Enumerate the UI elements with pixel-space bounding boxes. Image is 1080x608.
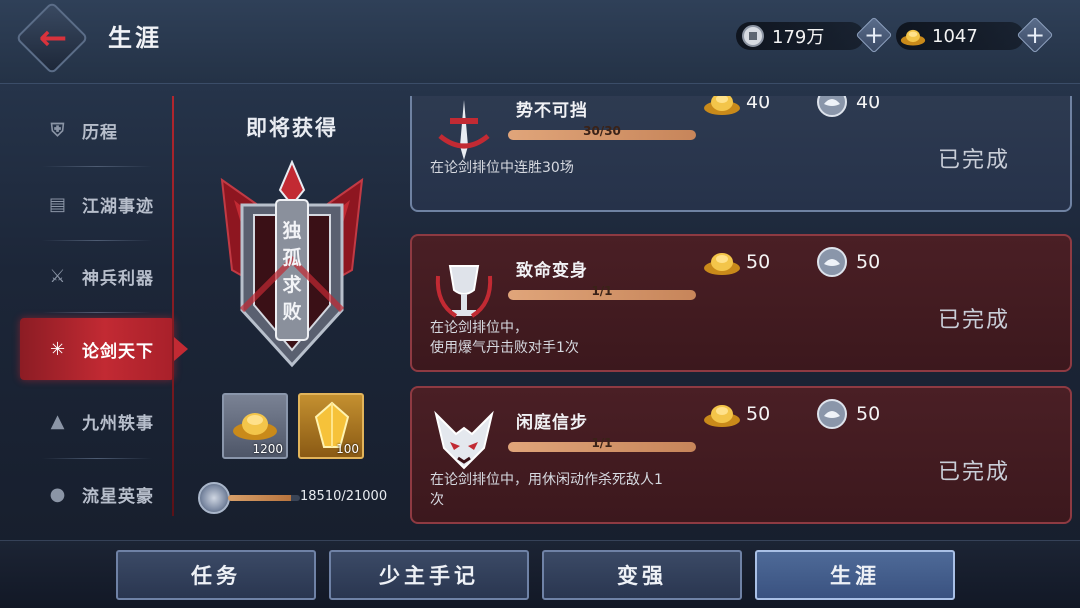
sidebar-item-weapons[interactable]: ⚔ 神兵利器 bbox=[20, 246, 174, 306]
divider bbox=[42, 166, 152, 167]
gold-ingot-icon bbox=[702, 246, 742, 278]
lotus-token-icon bbox=[812, 96, 852, 118]
reward-value: 50 bbox=[856, 251, 881, 273]
reward-value: 50 bbox=[746, 403, 771, 425]
achievement-name: 致命变身 bbox=[516, 261, 588, 281]
plus-icon[interactable]: + bbox=[1020, 20, 1050, 50]
back-arrow-icon[interactable]: ← bbox=[30, 20, 76, 56]
progress-text: 18510/21000 bbox=[300, 489, 388, 504]
reward-value: 40 bbox=[856, 96, 881, 113]
achievement-progress-text: 30/30 bbox=[583, 124, 621, 138]
divider bbox=[42, 240, 152, 241]
crossed-swords-icon: ⚔ bbox=[49, 265, 67, 287]
description-line: 在论剑排位中， bbox=[430, 320, 528, 336]
sidebar-item-label: 九州轶事 bbox=[82, 413, 154, 434]
completed-status: 已完成 bbox=[938, 460, 1011, 485]
nav-career-button[interactable]: 生涯 bbox=[755, 550, 955, 600]
badge-char: 孤 bbox=[282, 247, 302, 269]
category-sidebar: ⛨ 历程 ▤ 江湖事迹 ⚔ 神兵利器 ✳ 论剑天下 ▲ 九州轶事 ● 流星英豪 bbox=[20, 96, 188, 516]
reward-value: 50 bbox=[746, 251, 771, 273]
badge-char: 独 bbox=[282, 220, 302, 242]
progress-fill bbox=[228, 495, 292, 501]
lotus-token-icon bbox=[812, 398, 852, 430]
sidebar-item-label: 江湖事迹 bbox=[82, 196, 154, 217]
description-line: 使用爆气丹击败对手1次 bbox=[430, 340, 579, 356]
gold-ingot-icon bbox=[702, 398, 742, 430]
lotus-token-icon bbox=[812, 246, 852, 278]
achievement-progress-text: 1/1 bbox=[591, 284, 613, 298]
achievement-name: 势不可挡 bbox=[516, 101, 588, 121]
sidebar-item-label: 历程 bbox=[82, 122, 118, 143]
title-progress: 18510/21000 bbox=[198, 482, 394, 514]
reward-gold: 50 bbox=[702, 246, 770, 278]
achievement-card[interactable]: 势不可挡 30/30 在论剑排位中连胜30场 40 40 已完成 bbox=[410, 96, 1072, 212]
reward-token: 40 bbox=[812, 96, 880, 118]
sidebar-item-heroes[interactable]: ● 流星英豪 bbox=[20, 464, 174, 524]
sidebar-item-label: 流星英豪 bbox=[82, 486, 154, 507]
lotus-token-icon bbox=[198, 482, 230, 514]
sidebar-item-history[interactable]: ⛨ 历程 bbox=[20, 100, 174, 160]
reward-value: 40 bbox=[746, 96, 771, 113]
reward-count: 1200 bbox=[252, 442, 283, 456]
completed-status: 已完成 bbox=[938, 308, 1011, 333]
achievement-card[interactable]: 致命变身 1/1 在论剑排位中， 使用爆气丹击败对手1次 50 50 已完成 bbox=[410, 234, 1072, 372]
scroll-icon: ▤ bbox=[48, 193, 67, 215]
description-line: 在论剑排位中连胜30场 bbox=[430, 160, 574, 176]
achievement-list[interactable]: 势不可挡 30/30 在论剑排位中连胜30场 40 40 已完成 致命变身 1/… bbox=[408, 96, 1076, 524]
gold-ingot-icon bbox=[900, 23, 926, 49]
achievement-progress-text: 1/1 bbox=[591, 436, 613, 450]
chalice-icon bbox=[430, 256, 498, 324]
description-line: 次 bbox=[430, 492, 444, 508]
upcoming-reward-title: 即将获得 bbox=[246, 116, 338, 140]
badge-char: 败 bbox=[282, 301, 302, 323]
silver-coin-icon bbox=[740, 23, 766, 49]
nav-strengthen-button[interactable]: 变强 bbox=[542, 550, 742, 600]
sidebar-item-anecdotes[interactable]: ▲ 九州轶事 bbox=[20, 391, 174, 451]
silver-currency: 179万 bbox=[736, 22, 864, 50]
title-badge-emblem: 独 孤 求 败 bbox=[212, 159, 372, 370]
achievement-name: 闲庭信步 bbox=[516, 413, 588, 433]
silver-amount: 179万 bbox=[772, 27, 825, 48]
mountain-icon: ▲ bbox=[50, 410, 66, 432]
badge-char: 求 bbox=[282, 274, 302, 296]
page-title: 生涯 bbox=[108, 24, 162, 52]
reward-item-gem[interactable]: 100 bbox=[298, 393, 364, 459]
reward-value: 50 bbox=[856, 403, 881, 425]
reward-gold: 40 bbox=[702, 96, 770, 118]
divider bbox=[42, 458, 152, 459]
reward-item-gold[interactable]: 1200 bbox=[222, 393, 288, 459]
gold-ingot-icon bbox=[702, 96, 742, 118]
active-pointer-icon bbox=[174, 337, 188, 361]
sidebar-accent-line bbox=[172, 96, 174, 516]
sidebar-item-arena[interactable]: ✳ 论剑天下 bbox=[20, 318, 174, 380]
plus-icon[interactable]: + bbox=[859, 20, 889, 50]
description-line: 在论剑排位中，用休闲动作杀死敌人1 bbox=[430, 472, 663, 488]
reward-gold: 50 bbox=[702, 398, 770, 430]
reward-token: 50 bbox=[812, 398, 880, 430]
completed-status: 已完成 bbox=[938, 148, 1011, 173]
mask-icon bbox=[430, 408, 498, 476]
sidebar-item-deeds[interactable]: ▤ 江湖事迹 bbox=[20, 174, 174, 234]
achievement-description: 在论剑排位中， 使用爆气丹击败对手1次 bbox=[430, 318, 730, 358]
nav-tasks-button[interactable]: 任务 bbox=[116, 550, 316, 600]
achievement-description: 在论剑排位中，用休闲动作杀死敌人1 次 bbox=[430, 470, 730, 510]
reward-count: 100 bbox=[336, 442, 359, 456]
sparkle-icon: ✳ bbox=[49, 338, 67, 360]
sidebar-item-label: 论剑天下 bbox=[82, 341, 154, 362]
shield-icon: ⛨ bbox=[50, 119, 66, 141]
top-bar: ← 生涯 179万 + 1047 + bbox=[0, 0, 1080, 84]
divider bbox=[42, 312, 152, 313]
gold-currency: 1047 bbox=[896, 22, 1024, 50]
achievement-card[interactable]: 闲庭信步 1/1 在论剑排位中，用休闲动作杀死敌人1 次 50 50 已完成 bbox=[410, 386, 1072, 524]
nav-journal-button[interactable]: 少主手记 bbox=[329, 550, 529, 600]
sword-emblem-icon bbox=[430, 96, 498, 164]
progress-track bbox=[228, 495, 300, 501]
reward-token: 50 bbox=[812, 246, 880, 278]
gold-amount: 1047 bbox=[932, 25, 978, 47]
badge-text: 独 孤 求 败 bbox=[278, 218, 306, 326]
sidebar-item-label: 神兵利器 bbox=[82, 268, 154, 289]
achievement-description: 在论剑排位中连胜30场 bbox=[430, 158, 730, 178]
gold-ingot-icon bbox=[231, 405, 279, 447]
hero-icon: ● bbox=[49, 483, 67, 505]
